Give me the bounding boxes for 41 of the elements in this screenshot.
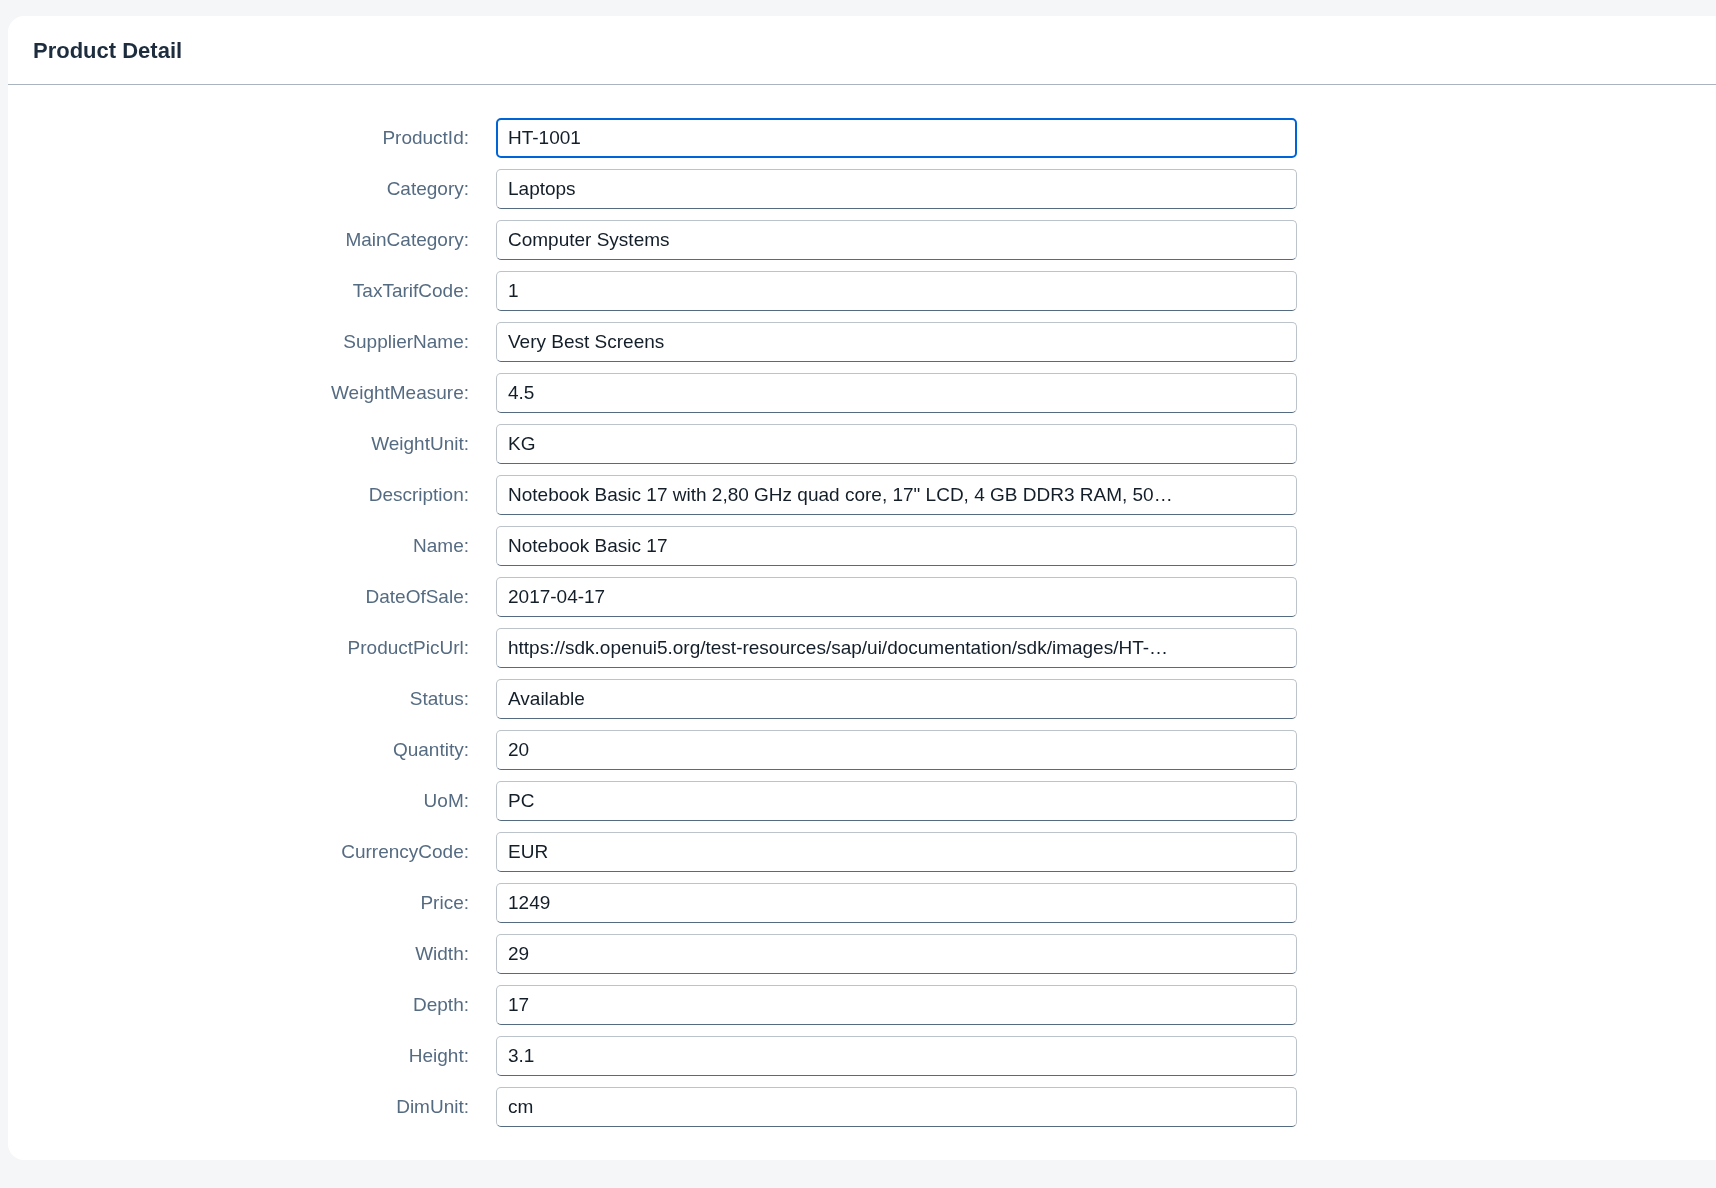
text-field[interactable]: 4.5 (496, 373, 1297, 413)
field-label: Quantity: (391, 737, 470, 762)
field-label: WeightMeasure: (330, 380, 470, 405)
text-field[interactable]: https://sdk.openui5.org/test-resources/sap/ui/documentation/sdk/images/HT-… (496, 628, 1297, 668)
text-field[interactable]: cm (496, 1087, 1297, 1127)
text-field[interactable]: Very Best Screens (496, 322, 1297, 362)
field-label: DateOfSale: (364, 584, 470, 609)
field-label: Width: (414, 941, 470, 966)
field-label: ProductPicUrl: (346, 635, 470, 660)
panel-title: Product Detail (33, 36, 183, 65)
field-label: MainCategory: (344, 227, 470, 252)
field-label: Name: (412, 533, 470, 558)
text-field[interactable]: EUR (496, 832, 1297, 872)
text-field[interactable]: Laptops (496, 169, 1297, 209)
field-label: UoM: (422, 788, 470, 813)
field-label: CurrencyCode: (340, 839, 470, 864)
text-field[interactable]: Notebook Basic 17 (496, 526, 1297, 566)
field-label: Depth: (412, 992, 470, 1017)
text-field[interactable]: 3.1 (496, 1036, 1297, 1076)
text-field[interactable]: HT-1001 (496, 118, 1297, 158)
text-field[interactable]: Notebook Basic 17 with 2,80 GHz quad core, 17" LCD, 4 GB DDR3 RAM, 50… (496, 475, 1297, 515)
text-field[interactable]: KG (496, 424, 1297, 464)
field-label: SupplierName: (342, 329, 470, 354)
field-label: Price: (419, 890, 470, 915)
text-field[interactable]: 1249 (496, 883, 1297, 923)
text-field[interactable]: 17 (496, 985, 1297, 1025)
text-field[interactable]: 1 (496, 271, 1297, 311)
field-label: ProductId: (381, 125, 470, 150)
field-label: Category: (385, 176, 470, 201)
text-field[interactable]: 2017-04-17 (496, 577, 1297, 617)
field-label: WeightUnit: (370, 431, 470, 456)
field-label: Height: (407, 1043, 470, 1068)
text-field[interactable]: 20 (496, 730, 1297, 770)
text-field[interactable]: 29 (496, 934, 1297, 974)
text-field[interactable]: Computer Systems (496, 220, 1297, 260)
text-field[interactable]: PC (496, 781, 1297, 821)
field-label: DimUnit: (395, 1094, 470, 1119)
text-field[interactable]: Available (496, 679, 1297, 719)
field-label: Status: (408, 686, 470, 711)
field-label: Description: (367, 482, 470, 507)
field-label: TaxTarifCode: (351, 278, 470, 303)
